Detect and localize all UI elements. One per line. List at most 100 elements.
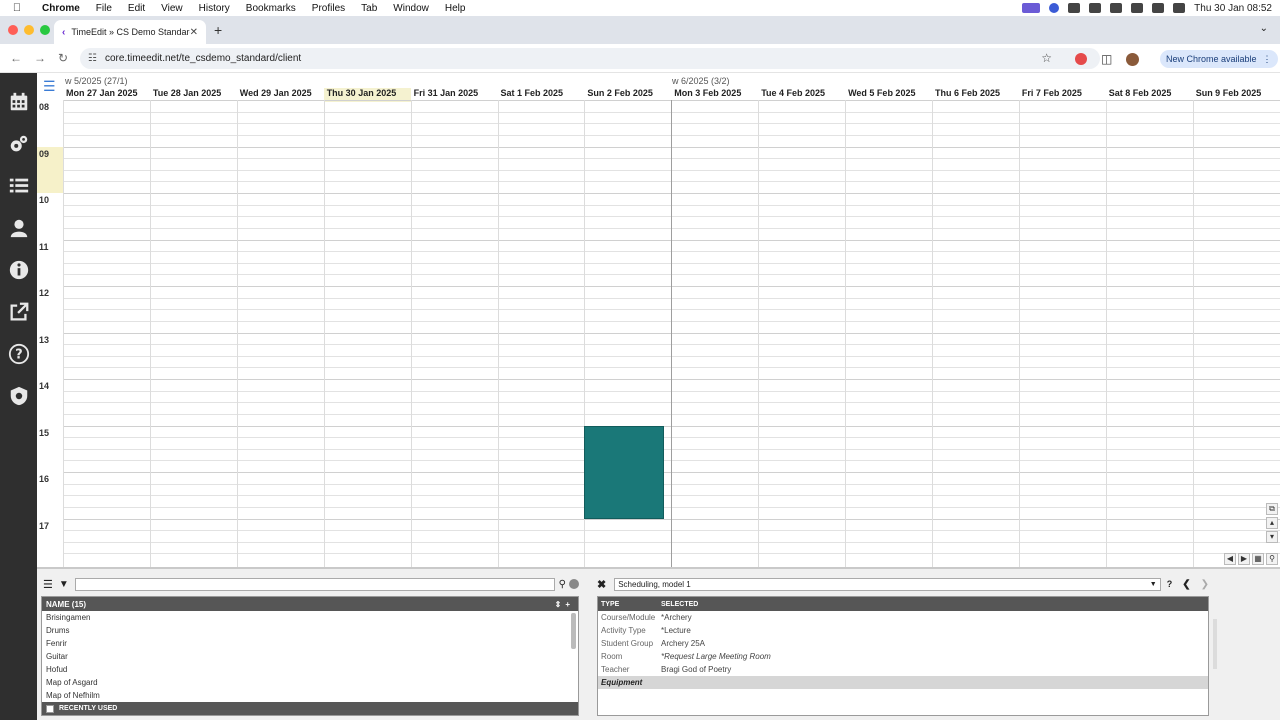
menu-view[interactable]: View (153, 3, 191, 14)
object-list-item[interactable]: Guitar (42, 650, 578, 663)
object-search-input[interactable] (74, 577, 555, 591)
sidebar-calendar-icon[interactable] (6, 89, 31, 114)
calendar-prev-icon[interactable]: ◀ (1224, 553, 1236, 565)
calendar-search-icon[interactable]: ⚲ (1266, 553, 1278, 565)
help-icon[interactable]: ? (1167, 579, 1173, 589)
menu-tab[interactable]: Tab (353, 3, 385, 14)
selection-row[interactable]: Course/Module *Archery (598, 611, 1208, 624)
hour-label: 15 (39, 427, 50, 438)
site-info-icon[interactable]: ☷ (88, 53, 97, 64)
calendar-date-picker-icon[interactable]: ▦ (1252, 553, 1264, 565)
app-sidebar: ? (0, 73, 37, 720)
object-list-item[interactable]: Hofud (42, 663, 578, 676)
filter-icon[interactable]: ▼ (59, 579, 69, 590)
next-icon[interactable]: ❯ (1201, 579, 1209, 590)
gear-status-icon[interactable] (1068, 3, 1081, 13)
menu-window[interactable]: Window (385, 3, 437, 14)
zoom-window-button[interactable] (40, 25, 50, 35)
object-search-bar: ☰ ▼ ⚲ (43, 577, 579, 591)
object-menu-icon[interactable]: ☰ (43, 578, 53, 591)
calendar-zoom-tools: ⧉ ▴ ▾ (1266, 503, 1278, 543)
sidebar-info-icon[interactable] (6, 257, 31, 282)
extension-red-icon[interactable] (1075, 53, 1087, 65)
menu-app-name[interactable]: Chrome (34, 3, 88, 14)
selection-row[interactable]: Activity Type *Lecture (598, 624, 1208, 637)
close-window-button[interactable] (8, 25, 18, 35)
pen-icon[interactable] (1110, 3, 1123, 13)
apple-icon[interactable]:  (0, 2, 34, 14)
menu-history[interactable]: History (191, 3, 238, 14)
day-column-line (1192, 100, 1194, 567)
recently-used-label: RECENTLY USED (59, 705, 118, 712)
tab-search-chevron-icon[interactable]: ⌄ (1260, 23, 1268, 34)
selection-type: Activity Type (601, 626, 646, 635)
calendar-next-icon[interactable]: ▶ (1238, 553, 1250, 565)
tab-title: TimeEdit » CS Demo Standard (71, 27, 190, 37)
search-icon[interactable]: ⚲ (559, 579, 566, 590)
calendar-view[interactable]: ☰ w 5/2025 (27/1) w 6/2025 (3/2) Mon 27 … (37, 73, 1280, 567)
clock[interactable]: Thu 30 Jan 08:52 (1194, 3, 1272, 14)
selection-value: Archery 25A (661, 639, 706, 648)
wifi-icon[interactable] (1152, 3, 1165, 13)
calendar-zoom-out-icon[interactable]: ▾ (1266, 531, 1278, 543)
address-bar[interactable]: ☷ core.timeedit.net/te_csdemo_standard/c… (80, 48, 1100, 69)
selection-row[interactable]: Teacher Bragi God of Poetry (598, 663, 1208, 676)
menu-edit[interactable]: Edit (120, 3, 153, 14)
screen-share-icon[interactable] (1022, 3, 1041, 13)
calendar-menu-icon[interactable]: ☰ (43, 79, 57, 93)
close-tab-icon[interactable]: ✕ (190, 27, 198, 38)
selection-row[interactable]: Room *Request Large Meeting Room (598, 650, 1208, 663)
zoom-icon[interactable] (1049, 3, 1060, 13)
chrome-update-button[interactable]: New Chrome available ⋮ (1160, 50, 1278, 68)
back-icon[interactable]: ← (10, 51, 22, 65)
object-list-item[interactable]: Map of Asgard (42, 676, 578, 689)
hour-label: 11 (39, 241, 49, 252)
close-reservation-icon[interactable]: ✖ (597, 578, 606, 591)
reservation-model-select[interactable]: Scheduling, model 1 ▼ (614, 577, 1161, 591)
recently-used-checkbox[interactable] (46, 704, 54, 713)
new-tab-button[interactable]: + (214, 22, 222, 38)
object-list-item[interactable]: Brisingamen (42, 611, 578, 624)
sidebar-external-link-icon[interactable] (6, 299, 31, 324)
bottom-right-scrollbar[interactable] (1213, 619, 1217, 669)
menu-profiles[interactable]: Profiles (304, 3, 353, 14)
menu-file[interactable]: File (88, 3, 120, 14)
previous-icon[interactable]: ❮ (1182, 579, 1190, 590)
calendar-event[interactable] (584, 425, 665, 519)
sidebar-user-icon[interactable] (6, 215, 31, 240)
reload-icon[interactable]: ↻ (58, 51, 68, 65)
status-area: Thu 30 Jan 08:52 (1022, 0, 1272, 16)
sidebar-help-icon[interactable]: ? (6, 341, 31, 366)
object-list-header[interactable]: NAME (15) ⇕+ (42, 597, 578, 611)
selection-type: Student Group (601, 639, 654, 648)
extensions-puzzle-icon[interactable]: ◫ (1101, 52, 1112, 66)
menu-help[interactable]: Help (437, 3, 474, 14)
object-list-item[interactable]: Map of Nefhilm (42, 689, 578, 702)
clear-search-icon[interactable] (569, 579, 579, 589)
profile-avatar[interactable] (1126, 52, 1140, 66)
equipment-section-row[interactable]: Equipment (598, 676, 1208, 689)
calendar-zoom-in-icon[interactable]: ▴ (1266, 517, 1278, 529)
object-list-item[interactable]: Drums (42, 624, 578, 637)
cloud-icon[interactable] (1089, 3, 1102, 13)
battery-icon[interactable] (1131, 3, 1144, 13)
svg-text:?: ? (15, 347, 22, 362)
day-column-line (410, 100, 412, 567)
sidebar-admin-shield-icon[interactable] (6, 383, 31, 408)
forward-icon[interactable]: → (34, 51, 46, 65)
object-list-item[interactable]: Fenrir (42, 637, 578, 650)
object-list-scrollbar[interactable] (571, 613, 576, 649)
object-list-title: NAME (15) (46, 599, 87, 609)
sidebar-settings-icon[interactable] (6, 131, 31, 156)
minimize-window-button[interactable] (24, 25, 34, 35)
bookmark-star-icon[interactable]: ☆ (1041, 51, 1052, 65)
object-list-sort-icon[interactable]: ⇕+ (555, 600, 574, 609)
sidebar-list-icon[interactable] (6, 173, 31, 198)
selection-value: *Request Large Meeting Room (661, 652, 771, 661)
selection-row[interactable]: Student Group Archery 25A (598, 637, 1208, 650)
calendar-expand-icon[interactable]: ⧉ (1266, 503, 1278, 515)
recently-used-toggle[interactable]: RECENTLY USED (42, 702, 578, 715)
search-status-icon[interactable] (1173, 3, 1186, 13)
browser-tab[interactable]: ‹ TimeEdit » CS Demo Standard ✕ (54, 20, 206, 44)
menu-bookmarks[interactable]: Bookmarks (238, 3, 304, 14)
